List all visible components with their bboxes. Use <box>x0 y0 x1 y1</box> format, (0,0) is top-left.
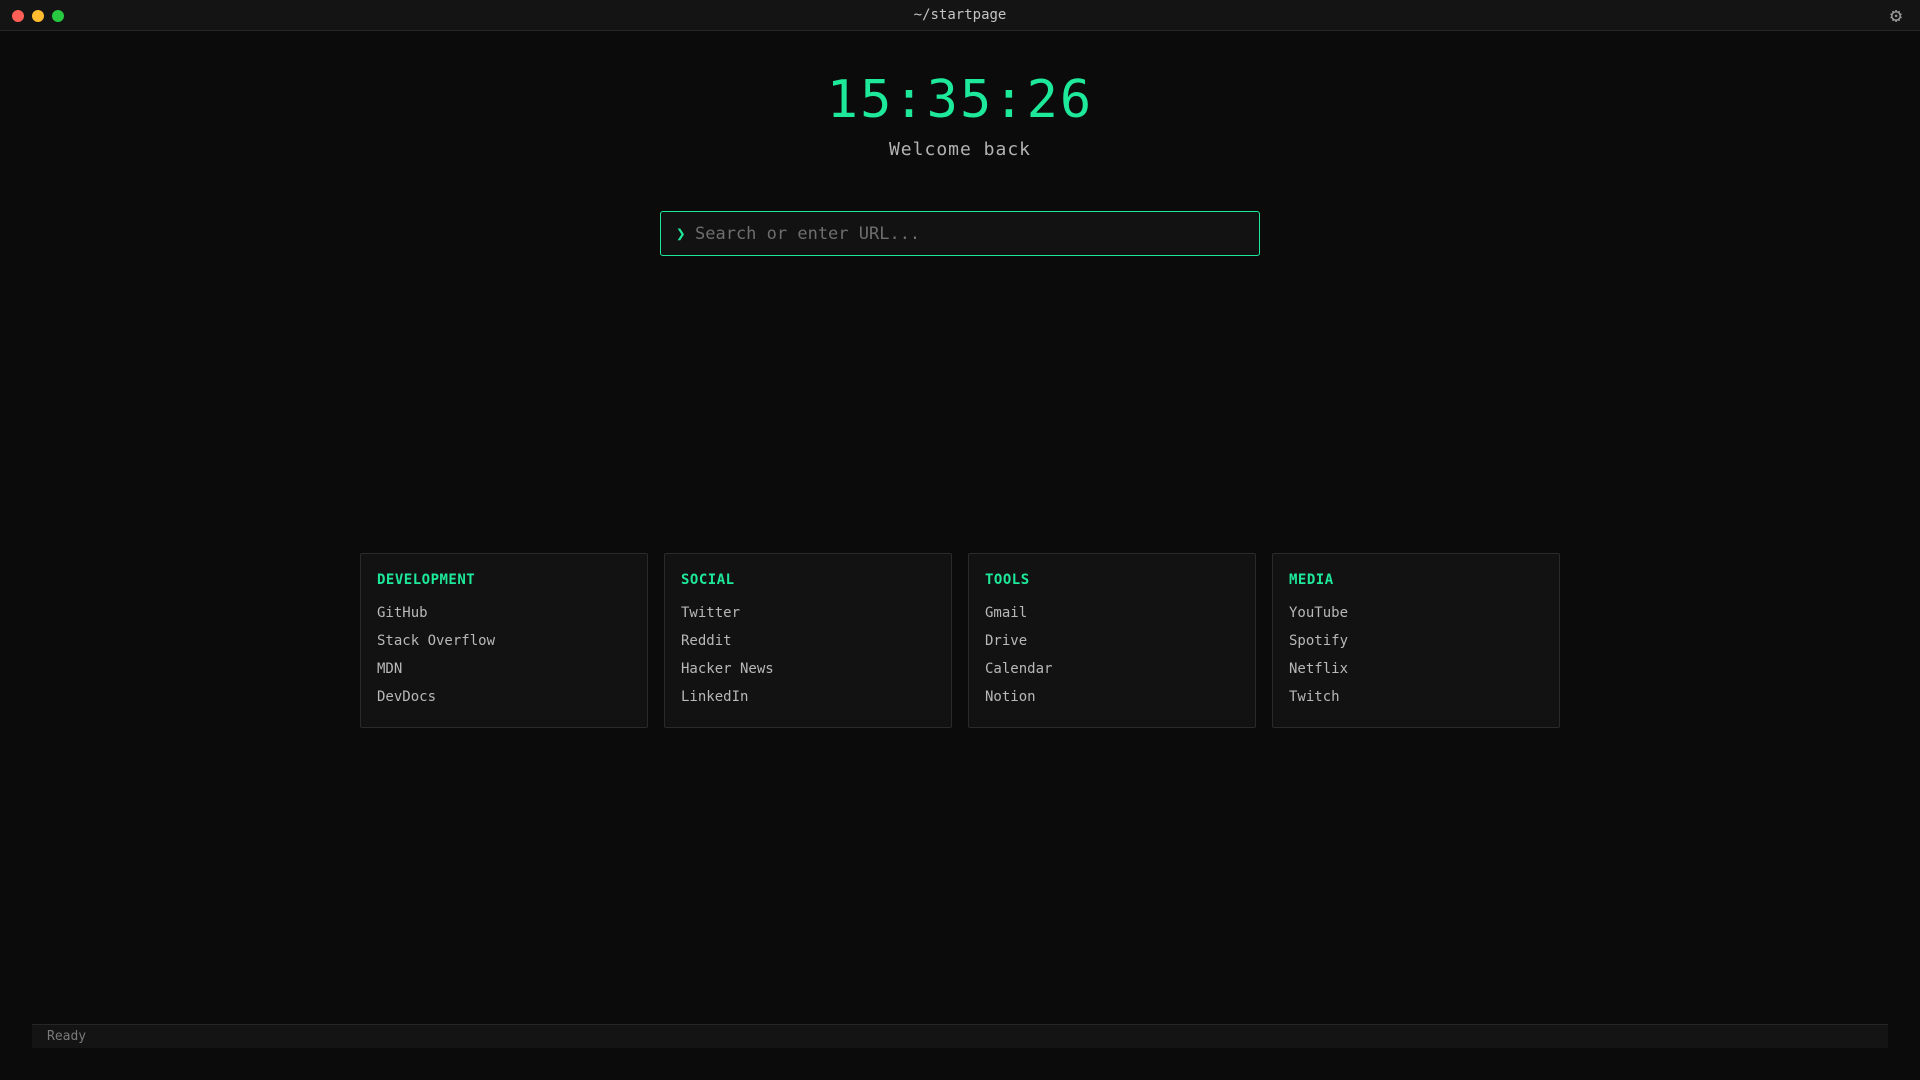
link-netflix[interactable]: Netflix <box>1289 655 1543 683</box>
category-title: MEDIA <box>1289 572 1334 588</box>
search-input[interactable] <box>695 212 1245 255</box>
window-title: ~/startpage <box>913 7 1007 23</box>
link-github[interactable]: GitHub <box>377 599 631 627</box>
link-hacker-news[interactable]: Hacker News <box>681 655 935 683</box>
category-card-social: SOCIAL Twitter Reddit Hacker News Linked… <box>664 553 952 728</box>
link-drive[interactable]: Drive <box>985 627 1239 655</box>
gear-icon[interactable]: ⚙ <box>1890 3 1902 27</box>
status-bar: Ready <box>32 1024 1888 1048</box>
link-stack-overflow[interactable]: Stack Overflow <box>377 627 631 655</box>
greeting: Welcome back <box>888 139 1032 160</box>
category-title: TOOLS <box>985 572 1030 588</box>
link-spotify[interactable]: Spotify <box>1289 627 1543 655</box>
link-reddit[interactable]: Reddit <box>681 627 935 655</box>
category-card-media: MEDIA YouTube Spotify Netflix Twitch <box>1272 553 1560 728</box>
status-text: Ready <box>47 1029 87 1044</box>
link-mdn[interactable]: MDN <box>377 655 631 683</box>
search-box[interactable]: ❯ <box>660 211 1260 256</box>
category-title: SOCIAL <box>681 572 735 588</box>
title-bar: ~/startpage ⚙ <box>0 0 1920 31</box>
link-notion[interactable]: Notion <box>985 683 1239 711</box>
link-linkedin[interactable]: LinkedIn <box>681 683 935 711</box>
link-categories: DEVELOPMENT GitHub Stack Overflow MDN De… <box>360 553 1560 728</box>
clock: 15:35:26 <box>826 70 1094 130</box>
link-calendar[interactable]: Calendar <box>985 655 1239 683</box>
category-card-tools: TOOLS Gmail Drive Calendar Notion <box>968 553 1256 728</box>
link-twitch[interactable]: Twitch <box>1289 683 1543 711</box>
link-gmail[interactable]: Gmail <box>985 599 1239 627</box>
link-youtube[interactable]: YouTube <box>1289 599 1543 627</box>
prompt-chevron-icon: ❯ <box>676 224 686 243</box>
link-devdocs[interactable]: DevDocs <box>377 683 631 711</box>
category-title: DEVELOPMENT <box>377 572 476 588</box>
link-twitter[interactable]: Twitter <box>681 599 935 627</box>
category-card-development: DEVELOPMENT GitHub Stack Overflow MDN De… <box>360 553 648 728</box>
